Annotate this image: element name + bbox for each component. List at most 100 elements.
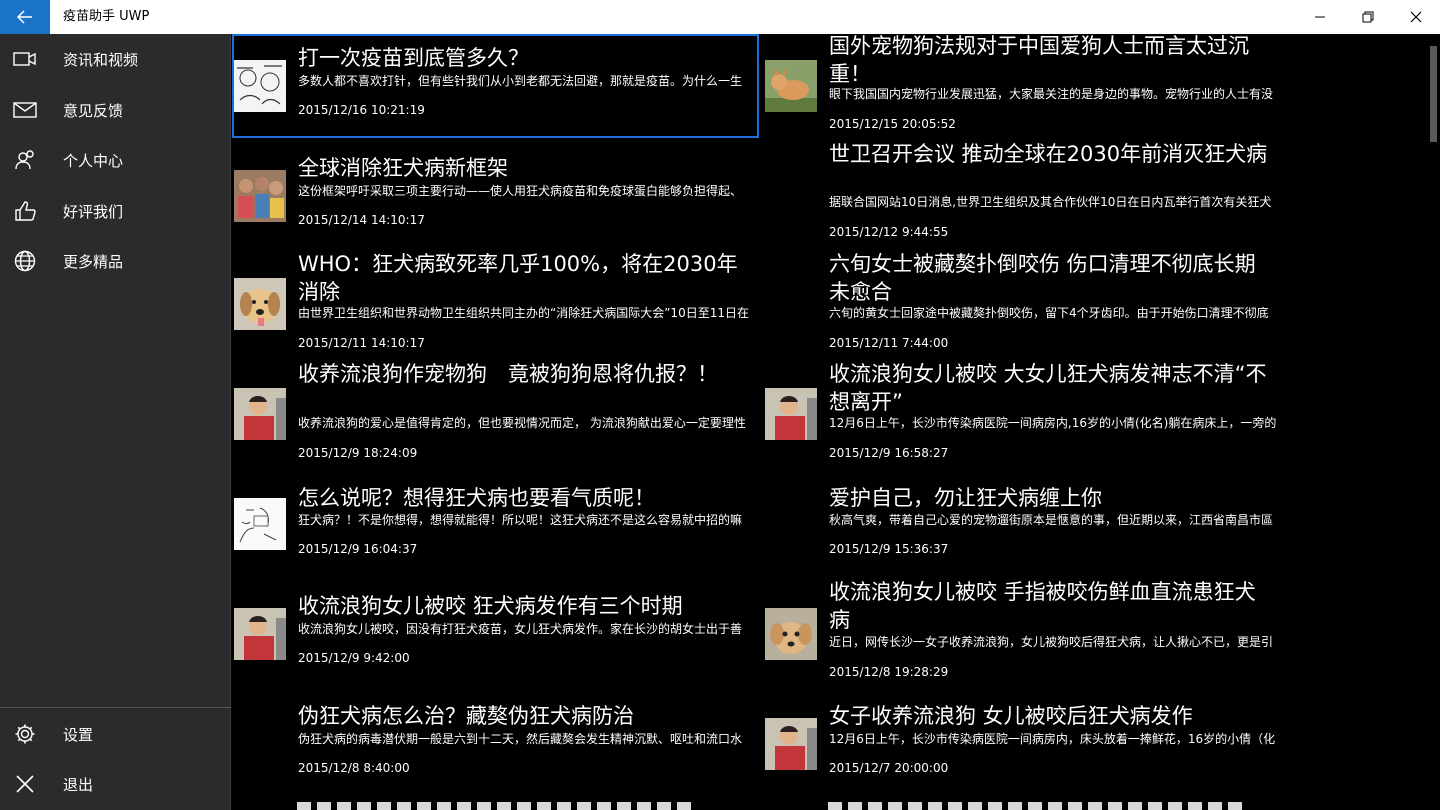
article-card[interactable]: 收养流浪狗作宠物狗 竟被狗狗恩将仇报？！ 收养流浪狗的爱心是值得肯定的，但也要视… (232, 360, 762, 460)
article-date: 2015/12/16 10:21:19 (298, 103, 425, 117)
article-title: 六旬女士被藏獒扑倒咬伤 伤口清理不彻底长期未愈合 (829, 252, 1256, 304)
sidebar-item-rate-us[interactable]: 好评我们 (0, 187, 231, 235)
sidebar-item-news-video[interactable]: 资讯和视频 (0, 35, 231, 83)
article-date: 2015/12/9 16:04:37 (298, 542, 418, 556)
article-date: 2015/12/7 20:00:00 (829, 761, 949, 775)
sidebar-item-label: 好评我们 (63, 202, 124, 221)
people-icon (13, 148, 37, 172)
article-thumbnail (234, 498, 286, 550)
sidebar-item-settings[interactable]: 设置 (0, 710, 231, 758)
sidebar-item-label: 意见反馈 (63, 101, 124, 120)
article-date: 2015/12/9 18:24:09 (298, 446, 418, 460)
article-title: 打一次疫苗到底管多久？ (298, 46, 529, 70)
article-summary: 近日，网传长沙一女子收养流浪狗，女儿被狗咬后得狂犬病，让人揪心不已，更是引 (829, 635, 1274, 649)
gear-icon (13, 722, 37, 746)
article-card[interactable]: 收流浪狗女儿被咬 狂犬病发作有三个时期 收流浪狗女儿被咬，因没有打狂犬疫苗，女儿… (232, 590, 762, 690)
thumbs-up-icon (13, 199, 37, 223)
article-card[interactable]: 打一次疫苗到底管多久？ 多数人都不喜欢打针，但有些针我们从小到老都无法回避，那就… (232, 34, 759, 138)
article-thumbnail (765, 388, 817, 440)
sidebar-divider (0, 707, 231, 708)
article-date: 2015/12/14 14:10:17 (298, 213, 425, 227)
article-card[interactable]: 爱护自己，勿让狂犬病缠上你 秋高气爽，带着自己心爱的宠物遛街原本是惬意的事，但近… (763, 482, 1293, 572)
back-arrow-icon (17, 10, 32, 24)
article-date: 2015/12/8 8:40:00 (298, 761, 410, 775)
article-summary: 收流浪狗女儿被咬，因没有打狂犬疫苗，女儿狂犬病发作。家在长沙的胡女士出于善 (298, 622, 743, 636)
article-card[interactable]: 伪狂犬病怎么治？藏獒伪狂犬病防治 伪狂犬病的病毒潜伏期一般是六到十二天，然后藏獒… (232, 700, 762, 790)
restore-button[interactable] (1344, 0, 1392, 34)
back-button[interactable] (0, 0, 50, 34)
article-card[interactable]: 全球消除狂犬病新框架 这份框架呼吁采取三项主要行动——使人用狂犬病疫苗和免疫球蛋… (232, 144, 762, 244)
sidebar-item-exit[interactable]: 退出 (0, 760, 231, 808)
minimize-icon (1315, 16, 1325, 18)
article-summary: 狂犬病？！不是你想得，想得就能得！所以呢！这狂犬病还不是这么容易就中招的嘛 (298, 513, 743, 527)
article-thumbnail (765, 718, 817, 770)
close-icon (13, 772, 37, 796)
close-window-icon (1410, 11, 1422, 23)
close-window-button[interactable] (1392, 0, 1440, 34)
sidebar: 资讯和视频 意见反馈 个人中心 好评我们 更多精品 设置 退出 (0, 34, 231, 810)
article-title: 怎么说呢？想得狂犬病也要看气质呢！ (298, 486, 655, 510)
article-thumbnail (234, 170, 286, 222)
scrollbar-thumb[interactable] (1430, 46, 1437, 142)
article-thumbnail (234, 608, 286, 660)
article-card[interactable]: 国外宠物狗法规对于中国爱狗人士而言太过沉重！ 眼下我国国内宠物行业发展迅猛，大家… (763, 34, 1293, 138)
article-thumbnail (234, 388, 286, 440)
article-card[interactable]: 怎么说呢？想得狂犬病也要看气质呢！ 狂犬病？！不是你想得，想得就能得！所以呢！这… (232, 482, 762, 572)
article-summary: 这份框架呼吁采取三项主要行动——使人用狂犬病疫苗和免疫球蛋白能够负担得起、 (298, 184, 743, 198)
article-summary: 由世界卫生组织和世界动物卫生组织共同主办的“消除狂犬病国际大会”10日至11日在 (298, 306, 749, 320)
article-date: 2015/12/9 15:36:37 (829, 542, 949, 556)
article-title: 伪狂犬病怎么治？藏獒伪狂犬病防治 (298, 704, 634, 728)
article-title: 女子收养流浪狗 女儿被咬后狂犬病发作 (829, 704, 1193, 728)
title-bar: 疫苗助手 UWP (0, 0, 1440, 34)
sidebar-item-label: 更多精品 (63, 252, 124, 271)
article-date: 2015/12/11 7:44:00 (829, 336, 949, 350)
article-date: 2015/12/9 9:42:00 (298, 651, 410, 665)
article-title: 世卫召开会议 推动全球在2030年前消灭狂犬病 (829, 142, 1268, 166)
article-title: 国外宠物狗法规对于中国爱狗人士而言太过沉重！ (829, 34, 1249, 86)
article-title: 爱护自己，勿让狂犬病缠上你 (829, 486, 1102, 510)
article-thumbnail (765, 608, 817, 660)
globe-icon (13, 249, 37, 273)
mail-icon (13, 98, 37, 122)
article-card[interactable]: 收流浪狗女儿被咬 大女儿狂犬病发神志不清“不想离开” 12月6日上午，长沙市传染… (763, 360, 1293, 460)
sidebar-item-feedback[interactable]: 意见反馈 (0, 86, 231, 134)
minimize-button[interactable] (1296, 0, 1344, 34)
video-camera-icon (13, 47, 37, 71)
article-card[interactable]: WHO：狂犬病致死率几乎100%，将在2030年消除 由世界卫生组织和世界动物卫… (232, 250, 762, 350)
article-card[interactable]: 世卫召开会议 推动全球在2030年前消灭狂犬病 据联合国网站10日消息,世界卫生… (763, 140, 1293, 240)
restore-icon (1362, 11, 1374, 23)
article-card-partial (297, 798, 697, 810)
article-thumbnail (234, 60, 286, 112)
sidebar-item-profile[interactable]: 个人中心 (0, 136, 231, 184)
article-card-partial (828, 798, 1248, 810)
article-summary: 秋高气爽，带着自己心爱的宠物遛街原本是惬意的事，但近期以来，江西省南昌市區 (829, 513, 1274, 527)
article-summary: 眼下我国国内宠物行业发展迅猛，大家最关注的是身边的事物。宠物行业的人士有没 (829, 87, 1274, 101)
article-title: WHO：狂犬病致死率几乎100%，将在2030年消除 (298, 252, 738, 304)
sidebar-item-label: 设置 (63, 725, 94, 744)
article-summary: 六旬的黄女士回家途中被藏獒扑倒咬伤，留下4个牙齿印。由于开始伤口清理不彻底 (829, 306, 1269, 320)
sidebar-item-label: 个人中心 (63, 151, 124, 170)
article-summary: 伪狂犬病的病毒潜伏期一般是六到十二天，然后藏獒会发生精神沉默、呕吐和流口水 (298, 732, 743, 746)
scrollbar[interactable] (1427, 34, 1440, 810)
sidebar-item-label: 资讯和视频 (63, 50, 139, 69)
article-summary: 据联合国网站10日消息,世界卫生组织及其合作伙伴10日在日内瓦举行首次有关狂犬 (829, 195, 1272, 209)
article-title: 收养流浪狗作宠物狗 竟被狗狗恩将仇报？！ (298, 362, 718, 386)
sidebar-item-more-apps[interactable]: 更多精品 (0, 237, 231, 285)
article-summary: 12月6日上午，长沙市传染病医院一间病房内，床头放着一捧鲜花，16岁的小倩（化 (829, 732, 1276, 746)
sidebar-item-label: 退出 (63, 775, 94, 794)
article-date: 2015/12/11 14:10:17 (298, 336, 425, 350)
article-card[interactable]: 收流浪狗女儿被咬 手指被咬伤鲜血直流患狂犬病 近日，网传长沙一女子收养流浪狗，女… (763, 576, 1293, 686)
article-thumbnail (234, 278, 286, 330)
article-title: 收流浪狗女儿被咬 大女儿狂犬病发神志不清“不想离开” (829, 362, 1267, 414)
article-summary: 收养流浪狗的爱心是值得肯定的，但也要视情况而定， 为流浪狗献出爱心一定要理性 (298, 416, 746, 430)
article-thumbnail (765, 60, 817, 112)
article-date: 2015/12/12 9:44:55 (829, 225, 949, 239)
article-card[interactable]: 女子收养流浪狗 女儿被咬后狂犬病发作 12月6日上午，长沙市传染病医院一间病房内… (763, 700, 1293, 790)
article-card[interactable]: 六旬女士被藏獒扑倒咬伤 伤口清理不彻底长期未愈合 六旬的黄女士回家途中被藏獒扑倒… (763, 250, 1293, 350)
article-title: 收流浪狗女儿被咬 手指被咬伤鲜血直流患狂犬病 (829, 580, 1256, 632)
article-date: 2015/12/15 20:05:52 (829, 117, 956, 131)
article-title: 全球消除狂犬病新框架 (298, 156, 508, 180)
article-date: 2015/12/8 19:28:29 (829, 665, 949, 679)
app-title: 疫苗助手 UWP (63, 9, 150, 24)
article-title: 收流浪狗女儿被咬 狂犬病发作有三个时期 (298, 594, 683, 618)
